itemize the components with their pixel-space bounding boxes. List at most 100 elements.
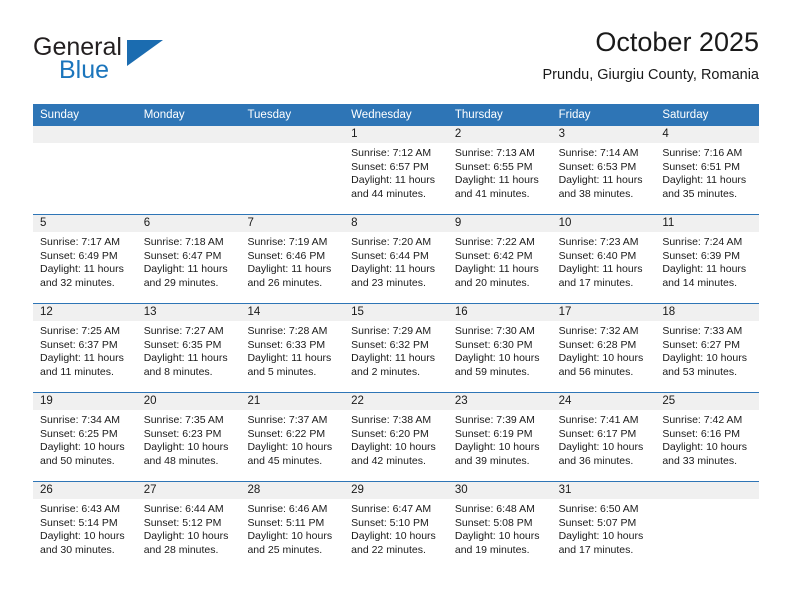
daylight-duration-line2: and 11 minutes. <box>40 365 114 378</box>
sunset-time: Sunset: 6:42 PM <box>454 249 533 262</box>
sunset-time: Sunset: 6:57 PM <box>351 160 429 173</box>
day-number: 5 <box>33 215 137 232</box>
sunset-time: Sunset: 6:20 PM <box>351 427 429 440</box>
daylight-duration-line1: Daylight: 10 hours <box>143 441 229 454</box>
day-details: Sunrise: 7:13 AM Sunset: 6:55 PM Daylight:… <box>448 143 552 201</box>
daylight-duration-line2: and 59 minutes. <box>454 365 530 378</box>
daylight-duration-line2: and 19 minutes. <box>454 543 530 556</box>
sunset-time: Sunset: 6:40 PM <box>558 249 637 262</box>
daylight-duration-line1: Daylight: 11 hours <box>40 352 124 365</box>
calendar-day-cell[interactable]: 28 Sunrise: 6:46 AM Sunset: 5:11 PM Dayligh… <box>240 482 345 570</box>
calendar-day-cell[interactable]: 2 Sunrise: 7:13 AM Sunset: 6:55 PM Daylight… <box>447 126 552 214</box>
calendar-day-cell[interactable]: 25 Sunrise: 7:42 AM Sunset: 6:16 PM Dayligh… <box>655 393 760 481</box>
calendar-day-cell[interactable]: 9 Sunrise: 7:22 AM Sunset: 6:42 PM Daylight… <box>447 215 552 303</box>
day-details: Sunrise: 7:33 AM Sunset: 6:27 PM Daylight:… <box>655 321 759 379</box>
calendar-day-cell[interactable]: 15 Sunrise: 7:29 AM Sunset: 6:32 PM Dayligh… <box>344 304 448 392</box>
calendar-day-cell[interactable]: 22 Sunrise: 7:38 AM Sunset: 6:20 PM Dayligh… <box>344 393 448 481</box>
day-number: 6 <box>136 215 241 232</box>
calendar-day-cell[interactable]: 5 Sunrise: 7:17 AM Sunset: 6:49 PM Daylight… <box>33 215 137 303</box>
day-number <box>136 126 241 143</box>
sunrise-time: Sunrise: 7:18 AM <box>143 236 224 248</box>
day-number: 20 <box>136 393 241 410</box>
calendar-day-cell[interactable]: 7 Sunrise: 7:19 AM Sunset: 6:46 PM Daylight… <box>240 215 345 303</box>
general-blue-logo[interactable]: General Blue <box>33 34 243 90</box>
calendar-day-cell[interactable]: 17 Sunrise: 7:32 AM Sunset: 6:28 PM Dayligh… <box>551 304 656 392</box>
calendar-cell-empty <box>240 126 345 214</box>
calendar-day-cell[interactable]: 20 Sunrise: 7:35 AM Sunset: 6:23 PM Dayligh… <box>136 393 241 481</box>
day-number: 10 <box>551 215 656 232</box>
daylight-duration-line2: and 45 minutes. <box>247 454 323 467</box>
calendar-day-cell[interactable]: 26 Sunrise: 6:43 AM Sunset: 5:14 PM Dayligh… <box>33 482 137 570</box>
sunset-time: Sunset: 5:11 PM <box>247 516 325 529</box>
day-details: Sunrise: 6:47 AM Sunset: 5:10 PM Daylight:… <box>344 499 448 557</box>
calendar-week-row: 5 Sunrise: 7:17 AM Sunset: 6:49 PM Daylight… <box>33 214 760 303</box>
day-number: 9 <box>447 215 552 232</box>
sunset-time: Sunset: 6:27 PM <box>662 338 740 351</box>
calendar-day-cell[interactable]: 6 Sunrise: 7:18 AM Sunset: 6:47 PM Daylight… <box>136 215 241 303</box>
sunset-time: Sunset: 6:19 PM <box>454 427 533 440</box>
day-number: 29 <box>344 482 448 499</box>
calendar-day-cell[interactable]: 14 Sunrise: 7:28 AM Sunset: 6:33 PM Dayligh… <box>240 304 345 392</box>
calendar-grid: Sunday Monday Tuesday Wednesday Thursday Frid… <box>33 104 760 570</box>
day-details: Sunrise: 7:17 AM Sunset: 6:49 PM Daylight:… <box>33 232 137 290</box>
daylight-duration-line2: and 28 minutes. <box>143 543 219 556</box>
sunset-time: Sunset: 6:30 PM <box>454 338 533 351</box>
calendar-day-cell[interactable]: 27 Sunrise: 6:44 AM Sunset: 5:12 PM Dayligh… <box>136 482 241 570</box>
calendar-week-row: 19 Sunrise: 7:34 AM Sunset: 6:25 PM Dayligh… <box>33 392 760 481</box>
calendar-day-cell[interactable]: 10 Sunrise: 7:23 AM Sunset: 6:40 PM Dayligh… <box>551 215 656 303</box>
daylight-duration-line1: Daylight: 10 hours <box>558 530 644 543</box>
calendar-day-cell[interactable]: 3 Sunrise: 7:14 AM Sunset: 6:53 PM Daylight… <box>551 126 656 214</box>
calendar-day-cell[interactable]: 12 Sunrise: 7:25 AM Sunset: 6:37 PM Dayligh… <box>33 304 137 392</box>
sunset-time: Sunset: 6:17 PM <box>558 427 637 440</box>
day-number: 23 <box>447 393 552 410</box>
day-details: Sunrise: 7:42 AM Sunset: 6:16 PM Daylight:… <box>655 410 759 468</box>
calendar-day-cell[interactable]: 19 Sunrise: 7:34 AM Sunset: 6:25 PM Dayligh… <box>33 393 137 481</box>
sunset-time: Sunset: 5:07 PM <box>558 516 637 529</box>
sunrise-time: Sunrise: 7:14 AM <box>558 147 639 159</box>
sunrise-time: Sunrise: 7:19 AM <box>247 236 328 248</box>
calendar-day-cell[interactable]: 18 Sunrise: 7:33 AM Sunset: 6:27 PM Dayligh… <box>655 304 760 392</box>
calendar-day-cell[interactable]: 1 Sunrise: 7:12 AM Sunset: 6:57 PM Daylight… <box>344 126 448 214</box>
sunrise-time: Sunrise: 7:34 AM <box>40 414 120 426</box>
daylight-duration-line1: Daylight: 10 hours <box>454 441 540 454</box>
sunset-time: Sunset: 6:32 PM <box>351 338 429 351</box>
daylight-duration-line2: and 33 minutes. <box>662 454 738 467</box>
calendar-day-cell[interactable]: 31 Sunrise: 6:50 AM Sunset: 5:07 PM Dayligh… <box>551 482 656 570</box>
day-number: 1 <box>344 126 448 143</box>
calendar-day-cell[interactable]: 11 Sunrise: 7:24 AM Sunset: 6:39 PM Dayligh… <box>655 215 760 303</box>
day-number: 11 <box>655 215 760 232</box>
calendar-day-cell[interactable]: 23 Sunrise: 7:39 AM Sunset: 6:19 PM Dayligh… <box>447 393 552 481</box>
sunrise-time: Sunrise: 6:46 AM <box>247 503 328 515</box>
calendar-day-cell[interactable]: 8 Sunrise: 7:20 AM Sunset: 6:44 PM Daylight… <box>344 215 448 303</box>
sunset-time: Sunset: 5:14 PM <box>40 516 118 529</box>
sunset-time: Sunset: 5:10 PM <box>351 516 429 529</box>
daylight-duration-line1: Daylight: 11 hours <box>454 174 539 187</box>
day-number: 24 <box>551 393 656 410</box>
calendar-day-cell[interactable]: 13 Sunrise: 7:27 AM Sunset: 6:35 PM Dayligh… <box>136 304 241 392</box>
day-details: Sunrise: 7:23 AM Sunset: 6:40 PM Daylight:… <box>552 232 656 290</box>
day-number <box>33 126 137 143</box>
calendar-day-cell[interactable]: 21 Sunrise: 7:37 AM Sunset: 6:22 PM Dayligh… <box>240 393 345 481</box>
calendar-day-cell[interactable]: 16 Sunrise: 7:30 AM Sunset: 6:30 PM Dayligh… <box>447 304 552 392</box>
day-number: 16 <box>447 304 552 321</box>
calendar-day-cell[interactable]: 29 Sunrise: 6:47 AM Sunset: 5:10 PM Dayligh… <box>344 482 448 570</box>
daylight-duration-line2: and 17 minutes. <box>558 276 634 289</box>
day-number: 19 <box>33 393 137 410</box>
daylight-duration-line1: Daylight: 10 hours <box>662 441 747 454</box>
daylight-duration-line1: Daylight: 10 hours <box>247 530 333 543</box>
location-subtitle: Prundu, Giurgiu County, Romania <box>542 67 759 83</box>
day-number: 8 <box>344 215 448 232</box>
calendar-day-cell[interactable]: 4 Sunrise: 7:16 AM Sunset: 6:51 PM Daylight… <box>655 126 760 214</box>
sunrise-time: Sunrise: 7:29 AM <box>351 325 432 337</box>
sunset-time: Sunset: 5:12 PM <box>143 516 222 529</box>
daylight-duration-line2: and 22 minutes. <box>351 543 426 556</box>
daylight-duration-line1: Daylight: 10 hours <box>351 530 436 543</box>
daylight-duration-line2: and 26 minutes. <box>247 276 323 289</box>
calendar-day-cell[interactable]: 24 Sunrise: 7:41 AM Sunset: 6:17 PM Dayligh… <box>551 393 656 481</box>
sunrise-time: Sunrise: 7:30 AM <box>454 325 535 337</box>
weekday-header-saturday: Saturday <box>662 109 709 121</box>
calendar-day-cell[interactable]: 30 Sunrise: 6:48 AM Sunset: 5:08 PM Dayligh… <box>447 482 552 570</box>
day-details: Sunrise: 7:39 AM Sunset: 6:19 PM Daylight:… <box>448 410 552 468</box>
daylight-duration-line2: and 48 minutes. <box>143 454 219 467</box>
sunrise-time: Sunrise: 7:20 AM <box>351 236 432 248</box>
